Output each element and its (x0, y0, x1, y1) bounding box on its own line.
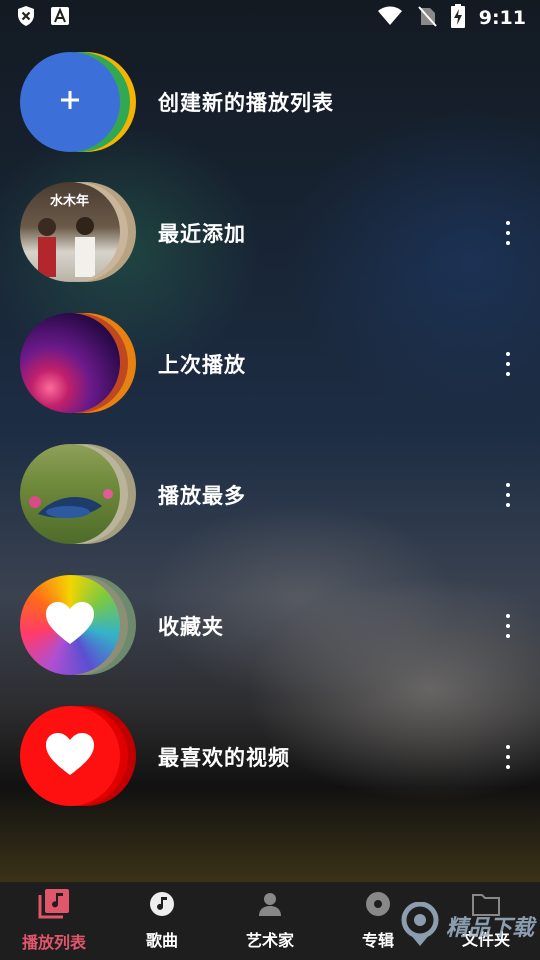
watermark: 精品下载 (400, 901, 534, 950)
more-options-icon[interactable] (500, 220, 516, 245)
more-options-icon[interactable] (500, 351, 516, 376)
tab-label: 歌曲 (145, 931, 178, 950)
tab-songs[interactable]: 歌曲 (108, 882, 216, 960)
album-cover-stack (20, 313, 140, 413)
album-cover-image (20, 444, 120, 544)
album-cover-stack (20, 706, 140, 806)
playlist-row-last-played[interactable]: 上次播放 (0, 298, 540, 429)
album-cover-stack (20, 575, 140, 675)
album-cover-stack: 水木年 (20, 182, 140, 282)
wifi-icon (377, 6, 403, 30)
playlist-icon (37, 889, 71, 923)
playlist-list: 创建新的播放列表 水木年 最近添加 上次播放 播放最多 收藏夹 最喜欢的视频 (0, 36, 540, 822)
album-cover-stack (20, 444, 140, 544)
clock: 9:11 (478, 7, 526, 29)
more-options-icon[interactable] (500, 613, 516, 638)
heart-icon (44, 731, 96, 781)
status-bar: 9:11 (0, 0, 540, 36)
playlist-label: 最喜欢的视频 (158, 745, 290, 770)
playlist-label: 收藏夹 (158, 614, 224, 639)
tab-label: 播放列表 (21, 933, 86, 952)
watermark-text: 精品下载 (445, 916, 534, 941)
watermark-logo-icon (400, 901, 440, 950)
playlist-row-most-played[interactable]: 播放最多 (0, 429, 540, 560)
album-cover-image: 水木年 (20, 182, 120, 282)
playlist-label: 最近添加 (158, 221, 246, 246)
album-cover-image (20, 313, 120, 413)
tab-label: 艺术家 (245, 931, 294, 950)
create-playlist-avatar (20, 52, 140, 152)
shield-x-icon (16, 5, 36, 31)
playlist-label: 创建新的播放列表 (158, 90, 334, 115)
more-options-icon[interactable] (500, 744, 516, 769)
artist-icon (257, 891, 283, 921)
create-playlist-row[interactable]: 创建新的播放列表 (0, 36, 540, 167)
tab-label: 专辑 (361, 931, 394, 950)
playlist-label: 播放最多 (158, 483, 246, 508)
tab-artists[interactable]: 艺术家 (216, 882, 324, 960)
battery-charging-icon (450, 4, 465, 32)
more-options-icon[interactable] (500, 482, 516, 507)
album-cover-title: 水木年 (50, 194, 90, 209)
heart-icon (44, 600, 96, 650)
plus-icon (58, 88, 82, 116)
playlist-row-recently-added[interactable]: 水木年 最近添加 (0, 167, 540, 298)
playlist-label: 上次播放 (158, 352, 246, 377)
playlist-row-favorite-videos[interactable]: 最喜欢的视频 (0, 691, 540, 822)
playlist-row-favorites[interactable]: 收藏夹 (0, 560, 540, 691)
music-note-icon (149, 891, 175, 921)
album-icon (365, 891, 391, 921)
tab-playlists[interactable]: 播放列表 (0, 882, 108, 960)
no-sim-icon (417, 5, 437, 31)
font-a-icon (50, 6, 70, 30)
